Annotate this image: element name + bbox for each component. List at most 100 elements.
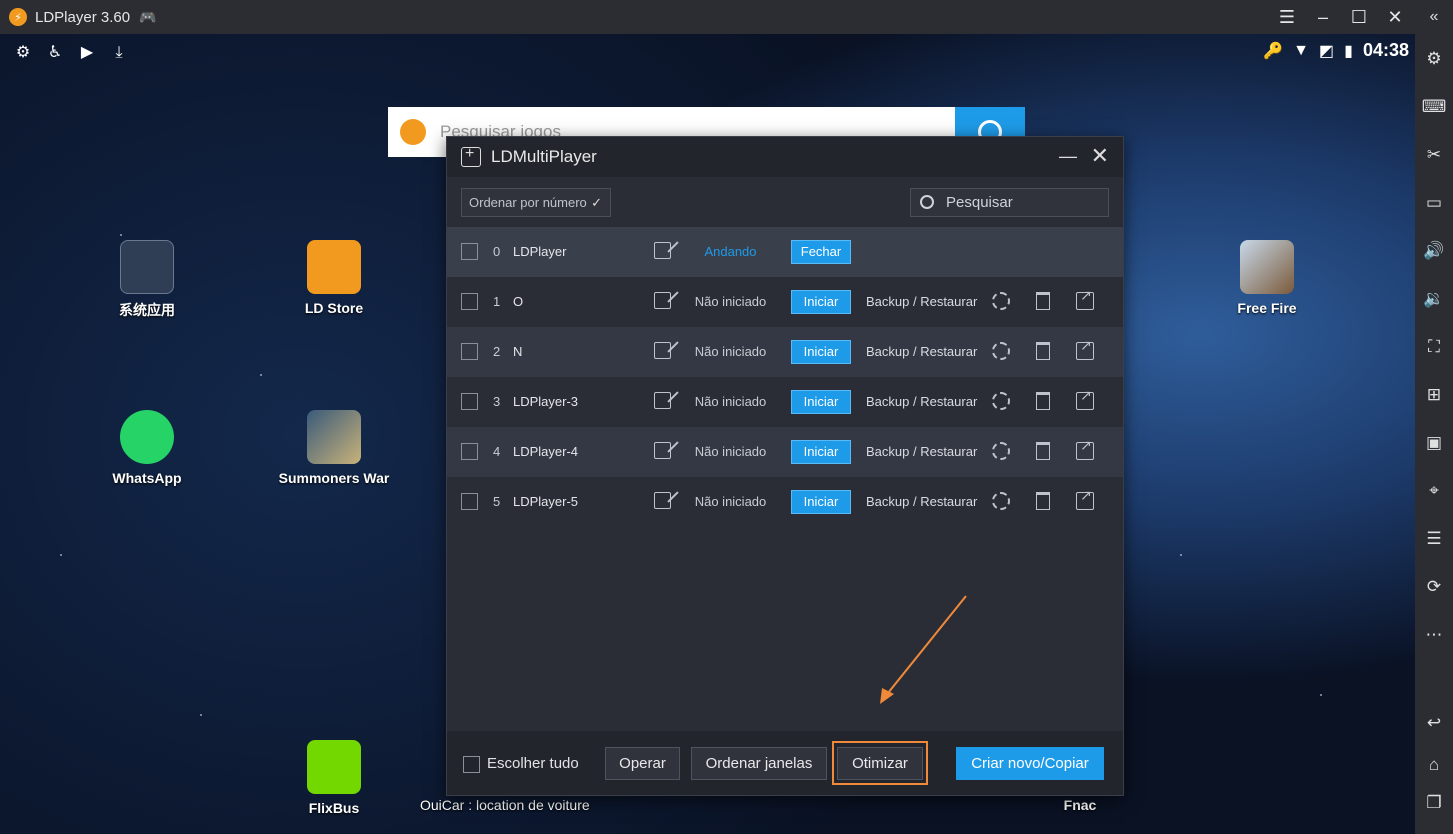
start-instance-button[interactable]: Iniciar	[791, 490, 851, 514]
wifi-icon: ▼	[1293, 41, 1310, 59]
minimize-button[interactable]: –	[1305, 7, 1341, 28]
settings-gear-icon[interactable]: ⚙	[1415, 46, 1453, 72]
create-copy-button[interactable]: Criar novo/Copiar	[956, 747, 1104, 780]
instance-name: N	[513, 344, 523, 359]
maximize-button[interactable]: ☐	[1341, 7, 1377, 28]
backup-restore-link[interactable]: Backup / Restaurar	[866, 294, 977, 309]
instance-status: Não iniciado	[694, 494, 767, 509]
edit-icon[interactable]	[654, 492, 671, 509]
keyboard-icon[interactable]: ⌨	[1415, 94, 1453, 120]
row-checkbox[interactable]	[461, 493, 478, 510]
settings-gear-icon[interactable]	[992, 342, 1010, 360]
record-video-icon[interactable]: ▭	[1415, 190, 1453, 216]
settings-gear-icon[interactable]	[992, 492, 1010, 510]
close-button[interactable]: ✕	[1377, 7, 1413, 28]
app-label: FlixBus	[308, 800, 360, 816]
row-checkbox[interactable]	[461, 393, 478, 410]
close-instance-button[interactable]: Fechar	[791, 240, 851, 264]
app-free-fire[interactable]: Free Fire	[1207, 240, 1327, 316]
app-summoners-war[interactable]: Summoners War	[274, 410, 394, 486]
backup-restore-link[interactable]: Backup / Restaurar	[866, 344, 977, 359]
home-icon[interactable]: ⌂	[1415, 752, 1453, 778]
edit-icon[interactable]	[654, 242, 671, 259]
sort-dropdown[interactable]: Ordenar por número ✓	[461, 188, 611, 217]
app-label: Free Fire	[1237, 300, 1297, 316]
free-fire-icon	[1240, 240, 1294, 294]
clock: 04:38	[1362, 40, 1409, 60]
volume-up-icon[interactable]: 🔊	[1415, 238, 1453, 264]
recent-apps-icon[interactable]: ❐	[1415, 790, 1453, 816]
row-checkbox[interactable]	[461, 243, 478, 260]
minimize-button[interactable]: —	[1059, 146, 1077, 167]
collapse-sidebar-button[interactable]: «	[1415, 0, 1453, 34]
title-bar: ⚡ LDPlayer 3.60 🎮 ☰ – ☐ ✕ «	[0, 0, 1453, 34]
settings-gear-icon[interactable]	[992, 392, 1010, 410]
row-checkbox[interactable]	[461, 293, 478, 310]
multi-instance-icon[interactable]: ⊞	[1415, 382, 1453, 408]
instance-search-input[interactable]: Pesquisar	[910, 188, 1109, 217]
trash-icon[interactable]	[1036, 492, 1050, 510]
app-fnac[interactable]: Fnac	[1020, 797, 1140, 813]
accessibility-icon: ♿	[47, 44, 63, 61]
folder-icon	[120, 240, 174, 294]
trash-icon[interactable]	[1036, 392, 1050, 410]
settings-gear-icon[interactable]	[992, 292, 1010, 310]
backup-restore-link[interactable]: Backup / Restaurar	[866, 494, 977, 509]
instance-row: 2 N Não iniciado Iniciar Backup / Restau…	[447, 327, 1123, 377]
sync-icon[interactable]: ⟳	[1415, 574, 1453, 600]
more-icon[interactable]: ⋯	[1415, 622, 1453, 648]
shortcut-icon[interactable]	[1076, 487, 1094, 510]
shortcut-icon[interactable]	[1076, 337, 1094, 360]
backup-restore-link[interactable]: Backup / Restaurar	[866, 444, 977, 459]
start-instance-button[interactable]: Iniciar	[791, 390, 851, 414]
gamepad-icon[interactable]: 🎮	[139, 9, 156, 26]
ld-store-icon	[307, 240, 361, 294]
edit-icon[interactable]	[654, 392, 671, 409]
annotation-arrow	[880, 595, 967, 704]
shortcut-icon[interactable]	[1076, 437, 1094, 460]
apk-install-icon[interactable]: ▣	[1415, 430, 1453, 456]
ldplayer-logo-icon: ⚡	[9, 8, 27, 26]
start-instance-button[interactable]: Iniciar	[791, 340, 851, 364]
app-whatsapp[interactable]: WhatsApp	[87, 410, 207, 486]
app-flixbus[interactable]: FlixBus	[274, 740, 394, 816]
shortcut-icon[interactable]	[1076, 387, 1094, 410]
trash-icon[interactable]	[1036, 292, 1050, 310]
settings-gear-icon[interactable]	[992, 442, 1010, 460]
select-all-checkbox[interactable]	[463, 756, 480, 773]
app-ouicar[interactable]: OuiCar : location de voiture	[420, 797, 620, 813]
row-checkbox[interactable]	[461, 443, 478, 460]
trash-icon[interactable]	[1036, 342, 1050, 360]
app-title: LDPlayer 3.60	[35, 8, 131, 26]
status-icons-left: ⚙ ♿ ▶ ⤓	[12, 42, 130, 64]
app-system-apps[interactable]: 系统应用	[87, 240, 207, 320]
trash-icon[interactable]	[1036, 442, 1050, 460]
start-instance-button[interactable]: Iniciar	[791, 440, 851, 464]
app-label: WhatsApp	[112, 470, 182, 486]
menu-icon[interactable]: ☰	[1269, 7, 1305, 28]
scissors-icon[interactable]: ✂	[1415, 142, 1453, 168]
edit-icon[interactable]	[654, 292, 671, 309]
volume-down-icon[interactable]: 🔉	[1415, 286, 1453, 312]
edit-icon[interactable]	[654, 442, 671, 459]
fullscreen-icon[interactable]: ⛶	[1415, 334, 1453, 360]
operation-record-icon[interactable]: ☰	[1415, 526, 1453, 552]
multiplayer-title: LDMultiPlayer	[491, 147, 597, 166]
shortcut-icon[interactable]	[1076, 287, 1094, 310]
start-instance-button[interactable]: Iniciar	[791, 290, 851, 314]
close-button[interactable]: ✕	[1091, 143, 1109, 169]
annotation-arrow-head	[880, 688, 894, 704]
location-icon[interactable]: ⌖	[1415, 478, 1453, 504]
app-ld-store[interactable]: LD Store	[274, 240, 394, 316]
instance-index: 4	[493, 444, 501, 459]
row-checkbox[interactable]	[461, 343, 478, 360]
arrange-windows-button[interactable]: Ordenar janelas	[691, 747, 827, 780]
backup-restore-link[interactable]: Backup / Restaurar	[866, 394, 977, 409]
back-icon[interactable]: ↩	[1415, 710, 1453, 736]
edit-icon[interactable]	[654, 342, 671, 359]
download-icon: ⤓	[115, 44, 123, 61]
multiplayer-footer: Escolher tudo Operar Ordenar janelas Oti…	[447, 731, 1123, 795]
operate-button[interactable]: Operar	[605, 747, 680, 780]
optimize-button[interactable]: Otimizar	[837, 747, 923, 780]
instance-status: Não iniciado	[694, 444, 767, 459]
